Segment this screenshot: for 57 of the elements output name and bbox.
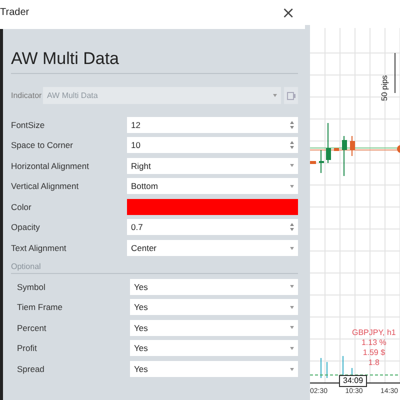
- field-label: Space to Corner: [11, 140, 74, 150]
- candle: [342, 136, 347, 176]
- info-text: GBPJPY, h1: [352, 328, 396, 338]
- caret-icon: [290, 306, 294, 309]
- field-label: Tiem Frame: [16, 302, 64, 312]
- dropdown[interactable]: Right: [127, 158, 298, 174]
- dropdown[interactable]: Yes: [130, 340, 298, 356]
- candle: [326, 122, 331, 164]
- field-label: Profit: [16, 343, 38, 354]
- candle: [319, 150, 324, 174]
- dropdown[interactable]: Yes: [130, 299, 298, 316]
- spinner-icon[interactable]: [290, 223, 294, 232]
- field-label: Spread: [16, 364, 46, 374]
- caret-icon: [290, 285, 294, 288]
- field-label: Horizontal Alignment: [11, 160, 90, 171]
- dropdown[interactable]: Yes: [130, 361, 298, 378]
- caret-icon: [290, 326, 294, 330]
- dropdown[interactable]: Yes: [130, 278, 298, 295]
- field-label: Percent: [16, 322, 48, 333]
- candle: [334, 148, 339, 151]
- spinner-icon[interactable]: [290, 141, 294, 150]
- spinner-icon[interactable]: [290, 120, 294, 128]
- dropdown[interactable]: Bottom: [127, 178, 298, 194]
- field-label: Vertical Alignment: [11, 181, 80, 192]
- section-heading: Optional: [11, 262, 42, 271]
- close-button[interactable]: ×: [278, 4, 299, 20]
- window-title: Trader: [0, 7, 30, 18]
- countdown-label: 34:09: [339, 375, 368, 387]
- dialog-heading: AW Multi Data: [11, 49, 120, 70]
- field-label: Opacity: [11, 222, 41, 232]
- caret-icon: [290, 346, 294, 350]
- info-text: 1.13 %: [361, 338, 386, 348]
- number-field[interactable]: 10: [127, 137, 298, 154]
- number-field[interactable]: 12: [127, 116, 298, 132]
- caret-icon: [290, 368, 294, 371]
- scale-bar: [394, 52, 396, 94]
- field-label: Indicator: [11, 91, 43, 100]
- field-label: Color: [11, 202, 32, 212]
- caret-icon: [290, 184, 294, 188]
- info-text: 1.8: [368, 358, 380, 368]
- field-label: Text Alignment: [11, 243, 68, 254]
- price-marker: [397, 145, 400, 153]
- window-icon: [286, 92, 296, 100]
- candle: [350, 136, 355, 156]
- caret-icon: [273, 94, 277, 97]
- info-text: 1.59 $: [362, 348, 386, 358]
- dropdown[interactable]: Center: [127, 240, 298, 256]
- scale-label: 50 pips: [380, 74, 390, 101]
- caret-icon: [290, 246, 294, 250]
- field-label: Symbol: [16, 282, 46, 292]
- color-swatch[interactable]: [127, 198, 298, 215]
- dropdown[interactable]: Yes: [130, 320, 298, 336]
- number-field[interactable]: 0.7: [127, 219, 298, 236]
- window-icon-button[interactable]: [284, 87, 298, 104]
- caret-icon: [290, 164, 294, 168]
- field-label: FontSize: [11, 120, 46, 130]
- candle: [310, 161, 316, 164]
